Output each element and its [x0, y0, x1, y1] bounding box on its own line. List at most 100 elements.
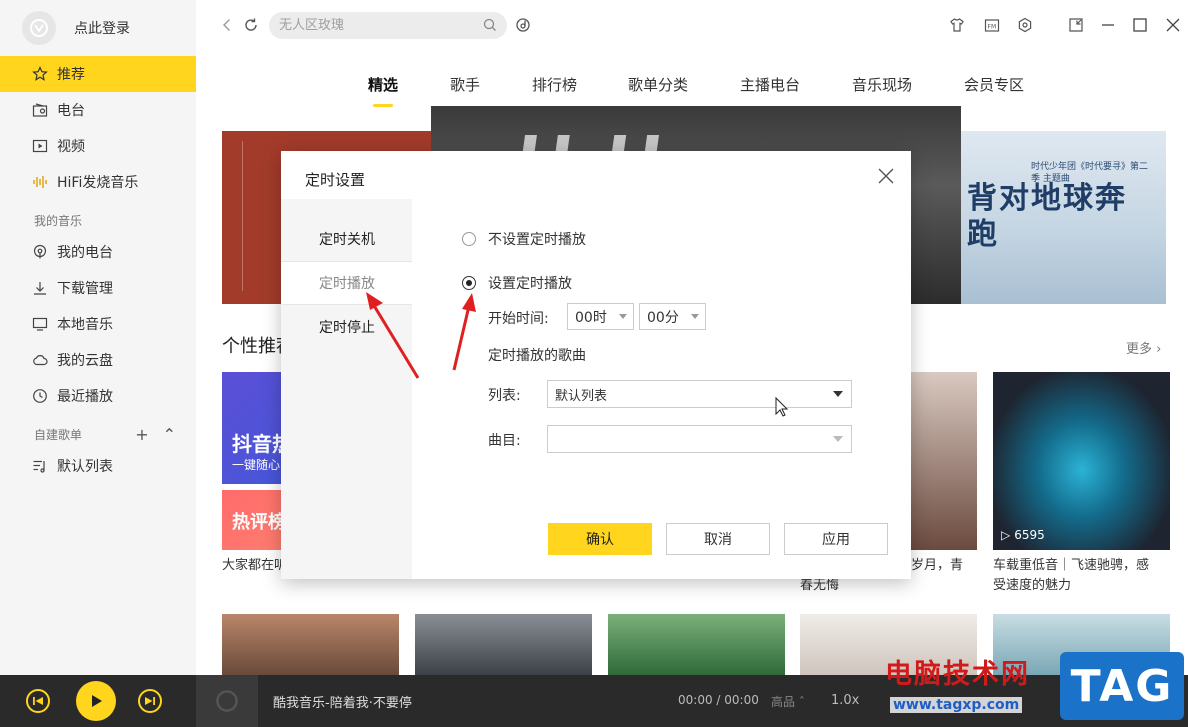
tab-vip-zone[interactable]: 会员专区 [964, 74, 1024, 95]
radio-no-timer[interactable]: 不设置定时播放 [462, 229, 586, 249]
side-item-timed-play[interactable]: 定时播放 [281, 261, 412, 305]
search-box[interactable] [269, 12, 507, 39]
hour-value: 00时 [575, 309, 607, 326]
login-row[interactable]: 点此登录 [0, 0, 196, 56]
caret-down-icon [619, 314, 627, 319]
sidebar-item-label: 最近播放 [57, 389, 113, 405]
back-chevron-icon[interactable] [218, 16, 236, 34]
minute-select[interactable]: 00分 [639, 303, 706, 330]
sidebar-item-recommend[interactable]: 推荐 [0, 56, 196, 92]
radio-button[interactable] [462, 232, 476, 246]
minimize-icon[interactable] [1099, 16, 1117, 34]
card-row2-2[interactable] [415, 614, 592, 675]
tab-playlist-categories[interactable]: 歌单分类 [628, 74, 688, 95]
watermark-url: www.tagxp.com [890, 697, 1023, 713]
quality-selector[interactable]: 高品 ˆ [771, 693, 805, 710]
card-portrait[interactable] [911, 372, 977, 550]
tab-singers[interactable]: 歌手 [450, 74, 480, 95]
caret-down-icon [833, 391, 843, 397]
tab-anchor-radio[interactable]: 主播电台 [740, 74, 800, 95]
add-playlist-icon[interactable]: + [135, 425, 148, 444]
previous-button[interactable] [26, 689, 50, 713]
sidebar-item-label: HiFi发烧音乐 [57, 175, 139, 191]
play-count: ▷ 6595 [1001, 528, 1045, 542]
tab-featured[interactable]: 精选 [368, 74, 398, 95]
fm-icon[interactable]: FM [983, 16, 1001, 34]
more-link[interactable]: 更多 › [1126, 338, 1161, 357]
apply-button[interactable]: 应用 [784, 523, 888, 555]
sidebar-item-hifi[interactable]: HiFi发烧音乐 [0, 164, 196, 200]
speed-selector[interactable]: 1.0x [831, 693, 859, 708]
sidebar-item-local-music[interactable]: 本地音乐 [0, 306, 196, 342]
card-row2-1[interactable] [222, 614, 399, 675]
sidebar-item-default-list[interactable]: 默认列表 [0, 448, 196, 484]
sidebar-item-label: 我的云盘 [57, 353, 113, 369]
track-select[interactable] [547, 425, 852, 453]
cancel-button[interactable]: 取消 [666, 523, 770, 555]
sidebar-item-label: 默认列表 [57, 459, 113, 475]
caption-line: 受速度的魅力 [993, 578, 1072, 593]
dialog-side-nav: 定时关机 定时播放 定时停止 [281, 199, 412, 579]
card-car-bass[interactable]: ▷ 6595 [993, 372, 1170, 550]
next-button[interactable] [138, 689, 162, 713]
caption-line: 春无悔 [800, 578, 840, 593]
hour-select[interactable]: 00时 [567, 303, 634, 330]
confirm-button[interactable]: 确认 [548, 523, 652, 555]
svg-text:FM: FM [988, 24, 997, 31]
search-input[interactable] [279, 18, 479, 33]
sidebar-item-my-radio[interactable]: 我的电台 [0, 234, 196, 270]
play-triangle-icon: ▷ [1001, 528, 1011, 542]
radio-set-timer[interactable]: 设置定时播放 [462, 273, 572, 293]
radio-icon [32, 102, 48, 118]
cloud-icon [32, 352, 48, 368]
playlist-section-title: 自建歌单 + ⌃ [0, 420, 196, 448]
track-cover[interactable] [196, 675, 258, 727]
side-item-timed-stop[interactable]: 定时停止 [281, 305, 412, 349]
skin-tshirt-icon[interactable] [948, 16, 966, 34]
minute-value: 00分 [647, 309, 679, 326]
maximize-icon[interactable] [1131, 16, 1149, 34]
sidebar-item-cloud[interactable]: 我的云盘 [0, 342, 196, 378]
dialog-title: 定时设置 [305, 171, 366, 189]
sidebar-item-download[interactable]: 下载管理 [0, 270, 196, 306]
card-caption[interactable]: 车载重低音｜飞速驰骋，感 受速度的魅力 [993, 556, 1170, 596]
track-time: 00:00 / 00:00 [678, 693, 759, 707]
card-row2-3[interactable] [608, 614, 785, 675]
recognize-music-icon[interactable] [514, 16, 532, 34]
tab-live-music[interactable]: 音乐现场 [852, 74, 912, 95]
tab-charts[interactable]: 排行榜 [532, 74, 577, 95]
main-tabs: 精选 歌手 排行榜 歌单分类 主播电台 音乐现场 会员专区 [196, 60, 1188, 108]
play-button[interactable] [76, 681, 116, 721]
sidebar-item-radio[interactable]: 电台 [0, 92, 196, 128]
search-icon[interactable] [483, 18, 497, 32]
waveform-icon [32, 174, 48, 190]
video-icon [32, 138, 48, 154]
collapse-chevron-icon[interactable]: ⌃ [163, 425, 176, 444]
mini-mode-icon[interactable] [1067, 16, 1085, 34]
track-label: 曲目: [488, 433, 521, 449]
side-item-timed-shutdown[interactable]: 定时关机 [281, 217, 412, 261]
card-caption[interactable]: 大家都在听 [222, 556, 287, 576]
section-title-text: 我的音乐 [34, 213, 83, 228]
refresh-icon[interactable] [242, 16, 260, 34]
banner-right[interactable]: 时代少年团《时代要寻》第二季 主题曲 背对地球奔跑 [961, 131, 1166, 304]
play-icon [92, 695, 102, 707]
next-icon [145, 697, 155, 705]
settings-gear-icon[interactable] [1016, 16, 1034, 34]
login-link[interactable]: 点此登录 [74, 18, 130, 38]
sidebar-item-video[interactable]: 视频 [0, 128, 196, 164]
sidebar-item-label: 视频 [57, 139, 85, 155]
track-title[interactable]: 酷我音乐-陪着我·不要停 [273, 692, 412, 711]
kuwo-logo-icon [30, 19, 48, 37]
card-subtitle: 一键随心 [232, 458, 281, 472]
avatar[interactable] [22, 11, 56, 45]
sidebar-item-label: 下载管理 [57, 281, 113, 297]
sidebar-item-recent[interactable]: 最近播放 [0, 378, 196, 414]
radio-button[interactable] [462, 276, 476, 290]
caret-down-icon [691, 314, 699, 319]
list-select[interactable]: 默认列表 [547, 380, 852, 408]
podcast-icon [32, 244, 48, 260]
list-label: 列表: [488, 388, 521, 404]
close-window-icon[interactable] [1164, 16, 1182, 34]
close-icon[interactable] [877, 167, 895, 185]
